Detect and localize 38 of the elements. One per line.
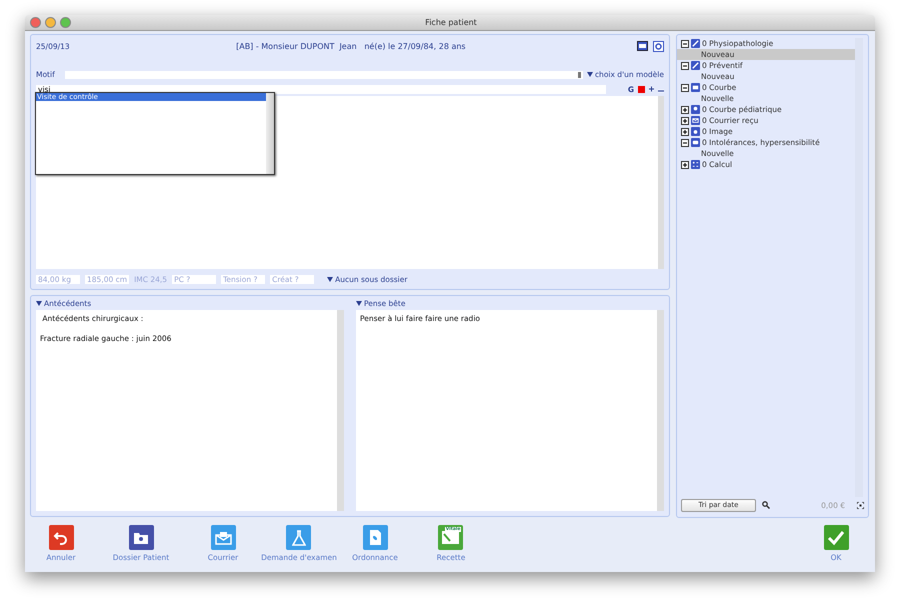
mail-icon bbox=[691, 116, 700, 125]
collapse-toggle[interactable] bbox=[681, 40, 689, 48]
window-title: Fiche patient bbox=[424, 18, 478, 27]
undo-icon bbox=[48, 525, 74, 550]
minimize-button[interactable] bbox=[45, 17, 56, 28]
folder-icon bbox=[128, 525, 154, 550]
expand-icon[interactable] bbox=[857, 502, 864, 508]
pen-icon bbox=[691, 61, 700, 70]
calculator-icon bbox=[691, 160, 700, 169]
motif-field[interactable] bbox=[64, 70, 583, 78]
card-icon bbox=[441, 530, 460, 545]
document-icon bbox=[362, 525, 388, 550]
settings-icon[interactable] bbox=[653, 40, 664, 52]
expand-toggle[interactable] bbox=[681, 160, 689, 168]
triangle-icon bbox=[356, 300, 362, 306]
collapse-toggle[interactable] bbox=[681, 138, 689, 146]
zoom-button[interactable] bbox=[60, 17, 71, 28]
chart-icon bbox=[691, 83, 700, 92]
triangle-icon bbox=[586, 72, 593, 77]
expand-toggle[interactable] bbox=[681, 106, 689, 114]
search-icon[interactable] bbox=[762, 501, 770, 509]
close-button[interactable] bbox=[30, 17, 41, 28]
triangle-icon bbox=[327, 276, 334, 282]
color-swatch[interactable] bbox=[638, 86, 645, 93]
pen-icon bbox=[691, 39, 700, 48]
scroll-bar[interactable] bbox=[266, 93, 274, 174]
expand-toggle[interactable] bbox=[681, 116, 689, 124]
card-icon[interactable] bbox=[637, 41, 648, 51]
collapse-toggle[interactable] bbox=[681, 84, 689, 92]
expand-toggle[interactable] bbox=[681, 128, 689, 136]
triangle-icon bbox=[36, 300, 42, 306]
camera-icon bbox=[691, 127, 700, 136]
patient-label: [AB] - Monsieur DUPONT Jean né(e) le 27/09/84, 28 ans bbox=[235, 42, 467, 50]
flask-icon bbox=[286, 525, 312, 550]
plus-icon[interactable] bbox=[649, 86, 654, 93]
checkmark-icon bbox=[824, 525, 848, 550]
collapse-toggle[interactable] bbox=[681, 62, 689, 70]
mail-icon bbox=[210, 525, 236, 550]
